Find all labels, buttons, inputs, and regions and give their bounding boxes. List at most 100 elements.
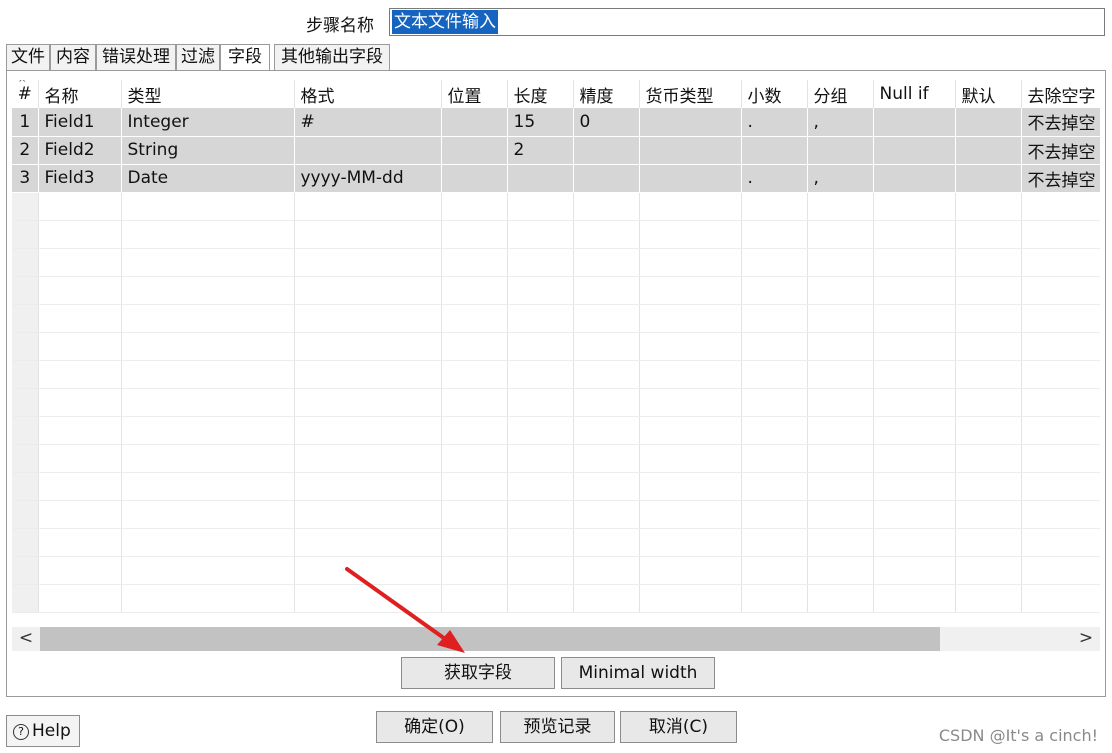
column-header[interactable]: Null if xyxy=(873,80,956,108)
table-cell[interactable] xyxy=(573,304,640,333)
table-cell[interactable] xyxy=(807,472,874,501)
table-cell[interactable] xyxy=(294,556,442,585)
table-cell[interactable] xyxy=(955,528,1022,557)
table-cell[interactable] xyxy=(1021,416,1100,445)
table-cell[interactable] xyxy=(807,248,874,277)
table-cell[interactable] xyxy=(38,332,122,361)
table-row[interactable] xyxy=(12,220,1100,249)
table-cell[interactable] xyxy=(507,332,574,361)
column-header[interactable]: 小数 xyxy=(741,80,808,108)
table-cell[interactable] xyxy=(873,444,956,473)
table-cell[interactable] xyxy=(38,556,122,585)
table-cell[interactable] xyxy=(441,500,508,529)
table-cell[interactable]: Field3 xyxy=(38,164,122,193)
table-cell[interactable] xyxy=(38,360,122,389)
table-row[interactable] xyxy=(12,248,1100,277)
scroll-left-icon[interactable]: < xyxy=(16,628,36,648)
table-row[interactable] xyxy=(12,500,1100,529)
table-cell[interactable] xyxy=(121,332,295,361)
table-cell[interactable] xyxy=(441,360,508,389)
table-cell[interactable]: String xyxy=(121,136,295,165)
table-cell[interactable] xyxy=(121,416,295,445)
tab-other-output-fields[interactable]: 其他输出字段 xyxy=(274,44,390,70)
table-cell[interactable] xyxy=(121,556,295,585)
row-number-cell[interactable]: 2 xyxy=(12,136,39,165)
table-cell[interactable] xyxy=(1021,332,1100,361)
table-row[interactable] xyxy=(12,360,1100,389)
table-cell[interactable] xyxy=(38,584,122,613)
table-cell[interactable] xyxy=(741,472,808,501)
table-cell[interactable] xyxy=(121,388,295,417)
table-cell[interactable] xyxy=(294,220,442,249)
table-cell[interactable] xyxy=(873,108,956,137)
table-cell[interactable] xyxy=(38,416,122,445)
table-cell[interactable] xyxy=(441,416,508,445)
table-cell[interactable] xyxy=(121,192,295,221)
table-cell[interactable] xyxy=(807,360,874,389)
table-cell[interactable] xyxy=(573,556,640,585)
table-cell[interactable] xyxy=(1021,528,1100,557)
cancel-button[interactable]: 取消(C) xyxy=(620,711,737,743)
table-cell[interactable]: 15 xyxy=(507,108,574,137)
table-cell[interactable] xyxy=(38,472,122,501)
table-cell[interactable] xyxy=(507,388,574,417)
table-cell[interactable] xyxy=(955,360,1022,389)
row-number-cell[interactable]: 3 xyxy=(12,164,39,193)
table-row[interactable] xyxy=(12,528,1100,557)
table-cell[interactable] xyxy=(639,528,742,557)
table-cell[interactable] xyxy=(121,276,295,305)
column-header[interactable]: 位置 xyxy=(441,80,508,108)
table-cell[interactable] xyxy=(38,500,122,529)
table-cell[interactable] xyxy=(807,500,874,529)
column-header[interactable]: 去除空字 xyxy=(1021,80,1100,108)
table-cell[interactable] xyxy=(573,136,640,165)
column-header[interactable]: 货币类型 xyxy=(639,80,742,108)
row-number-cell[interactable] xyxy=(12,360,39,389)
table-cell[interactable] xyxy=(639,556,742,585)
table-cell[interactable] xyxy=(573,584,640,613)
table-cell[interactable] xyxy=(955,332,1022,361)
table-cell[interactable] xyxy=(873,276,956,305)
table-cell[interactable] xyxy=(121,248,295,277)
table-cell[interactable] xyxy=(294,584,442,613)
table-cell[interactable] xyxy=(741,332,808,361)
table-cell[interactable] xyxy=(294,528,442,557)
table-cell[interactable] xyxy=(573,444,640,473)
table-cell[interactable] xyxy=(507,276,574,305)
table-cell[interactable] xyxy=(441,136,508,165)
table-cell[interactable] xyxy=(741,528,808,557)
table-cell[interactable] xyxy=(807,416,874,445)
table-cell[interactable] xyxy=(507,528,574,557)
table-cell[interactable] xyxy=(807,556,874,585)
table-row[interactable] xyxy=(12,192,1100,221)
table-cell[interactable] xyxy=(741,136,808,165)
table-cell[interactable] xyxy=(573,500,640,529)
table-cell[interactable] xyxy=(807,276,874,305)
table-cell[interactable] xyxy=(294,276,442,305)
table-cell[interactable] xyxy=(441,556,508,585)
table-cell[interactable] xyxy=(121,500,295,529)
table-row[interactable] xyxy=(12,472,1100,501)
table-cell[interactable] xyxy=(639,276,742,305)
column-header[interactable]: 长度 xyxy=(507,80,574,108)
table-cell[interactable] xyxy=(639,248,742,277)
table-cell[interactable] xyxy=(294,444,442,473)
row-number-cell[interactable] xyxy=(12,304,39,333)
step-name-input[interactable]: 文本文件输入 xyxy=(389,8,1105,36)
table-cell[interactable] xyxy=(507,248,574,277)
column-header[interactable]: 名称 xyxy=(38,80,122,108)
table-cell[interactable] xyxy=(573,220,640,249)
table-cell[interactable] xyxy=(294,192,442,221)
horizontal-scrollbar[interactable]: < > xyxy=(12,627,1100,651)
table-cell[interactable]: 不去掉空 xyxy=(1021,136,1100,165)
table-cell[interactable] xyxy=(955,108,1022,137)
table-cell[interactable] xyxy=(741,500,808,529)
table-cell[interactable] xyxy=(1021,472,1100,501)
table-cell[interactable] xyxy=(1021,556,1100,585)
table-cell[interactable] xyxy=(873,500,956,529)
column-header[interactable]: 类型 xyxy=(121,80,295,108)
row-number-cell[interactable] xyxy=(12,192,39,221)
table-cell[interactable] xyxy=(873,472,956,501)
column-header[interactable]: 分组 xyxy=(807,80,874,108)
table-cell[interactable] xyxy=(38,276,122,305)
